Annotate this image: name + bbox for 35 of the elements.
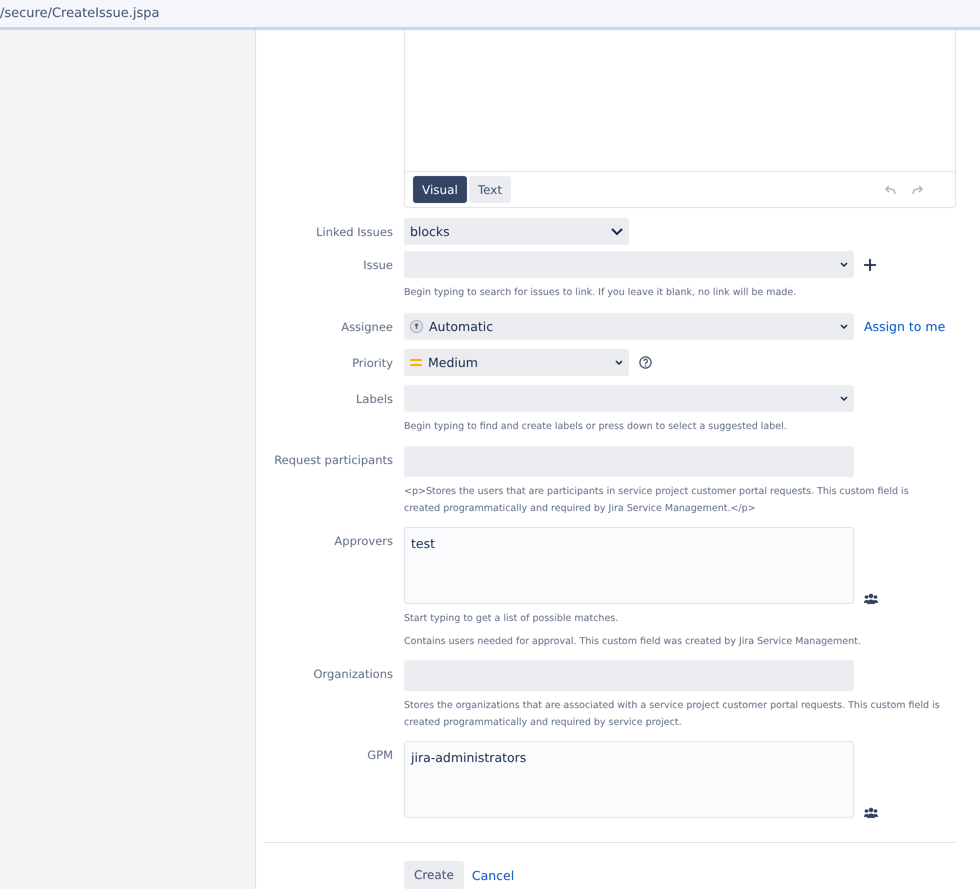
help-text: Begin typing to find and create labels or press down to select a suggested label. bbox=[404, 420, 788, 434]
select-field[interactable] bbox=[404, 385, 854, 412]
text-area[interactable]: test bbox=[404, 527, 854, 604]
redo-icon[interactable] bbox=[911, 184, 925, 194]
assign-to-me-link[interactable]: Assign to me bbox=[864, 319, 946, 334]
field-label: Approvers bbox=[333, 533, 393, 550]
editor-mode-tab[interactable]: Visual bbox=[413, 176, 467, 203]
field-label: Request participants bbox=[273, 452, 393, 469]
field-label: Organizations bbox=[312, 666, 393, 683]
cancel-link[interactable]: Cancel bbox=[472, 868, 514, 882]
help-text: Stores the organizations that are associated with a service project customer portal requests. This custom field is created programmatically and required by service project. bbox=[404, 699, 941, 730]
help-text: Begin typing to search for issues to link. If you leave it blank, no link will be made. bbox=[404, 286, 798, 300]
url-text: /secure/CreateIssue.jspa bbox=[0, 6, 160, 21]
help-text: Contains users needed for approval. This custom field was created by Jira Service Management. bbox=[404, 635, 862, 649]
undo-icon[interactable] bbox=[883, 184, 897, 194]
select-field[interactable]: Medium bbox=[404, 349, 629, 376]
field-label: Issue bbox=[362, 257, 393, 274]
help-icon[interactable] bbox=[639, 356, 652, 369]
select-field[interactable] bbox=[404, 251, 854, 278]
field-label: Assignee bbox=[340, 319, 393, 336]
text-area[interactable]: jira-administrators bbox=[404, 741, 854, 818]
select-field[interactable]: blocks bbox=[404, 218, 629, 245]
field-label: Labels bbox=[354, 391, 393, 408]
rich-text-editor[interactable]: Visual Text bbox=[404, 30, 956, 208]
editor-mode-tab[interactable]: Text bbox=[468, 176, 512, 203]
field-label: Linked Issues bbox=[315, 224, 393, 241]
field-label: Priority bbox=[351, 355, 393, 372]
field-label: GPM bbox=[366, 747, 393, 764]
help-text: Start typing to get a list of possible matches. bbox=[404, 612, 620, 626]
create-button[interactable]: Create bbox=[404, 861, 464, 889]
select-field[interactable]: Automatic bbox=[404, 313, 854, 340]
users-icon[interactable] bbox=[864, 593, 878, 604]
plus-icon[interactable] bbox=[864, 258, 876, 270]
help-text: <p>Stores the users that are participants in service project customer portal requests. This custom field is created programmatically and required by Jira Service Management.</p> bbox=[404, 485, 910, 516]
users-icon[interactable] bbox=[864, 807, 878, 818]
